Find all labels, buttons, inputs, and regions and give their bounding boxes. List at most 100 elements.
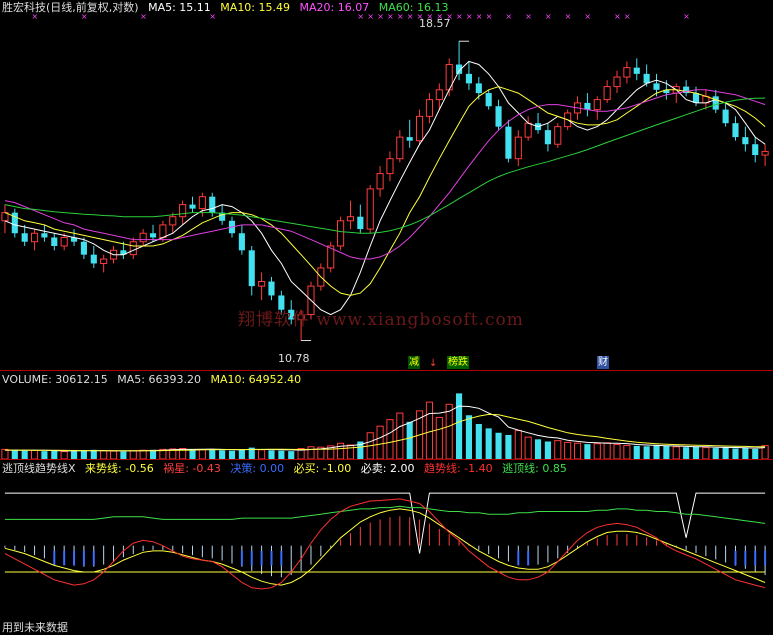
candle-body-up [386,158,394,175]
volume-bar-down [692,446,700,459]
signal-marker: × [565,14,572,21]
candle-body-down [544,130,551,145]
volume-ma5-value: MA5: 66393.20 [117,373,201,386]
signal-marker: × [209,14,216,21]
volume-bar-down [544,441,551,459]
volume-bar-up [346,444,355,459]
signal-marker: × [545,14,552,21]
qushi-value: 趋势线: -1.40 [423,462,493,475]
candle-body-down [268,281,275,296]
volume-bar-down [51,450,58,459]
volume-bar-up [139,449,147,459]
ma60-value: MA60: 16.13 [378,1,449,14]
event-jian: 减 [408,356,420,369]
volume-bar-up [593,443,601,459]
indicator-header: 逃顶线趋势线X 来势线: -0.56 祸星: -0.43 决策: 0.00 必买… [2,462,573,475]
signal-marker: × [456,14,463,21]
candle-body-down [712,96,719,110]
volume-bar-down [683,447,690,459]
panel-divider [0,459,773,460]
stock-title: 胜宏科技(日线,前复权,对数) [2,1,139,14]
huoxing-value: 祸星: -0.43 [163,462,221,475]
volume-bar-down [228,450,236,459]
candle-body-up [30,232,39,243]
volume-bar-down [712,448,719,459]
indicator-chart [4,492,767,590]
candle-body-up [514,136,522,160]
event-arrow: ↓ [429,358,438,369]
price-header: 胜宏科技(日线,前复权,对数) MA5: 15.11 MA10: 15.49 M… [2,1,454,14]
candle-body-down [495,106,502,127]
volume-bar-up [564,441,572,459]
volume-bar-down [534,439,542,459]
candle-body-up [524,122,532,138]
volume-bar-down [11,449,18,459]
candle-body-up [337,220,345,247]
volume-bar-down [70,451,78,459]
candle-body-down [653,83,660,90]
bimai-value: 必买: -1.00 [293,462,352,475]
volume-bar-up [396,412,404,459]
volume-bar-up [514,430,522,459]
volume-bar-up [623,444,631,459]
volume-bar-down [288,451,295,459]
volume-bar-up [109,450,118,459]
candle-body-up [258,281,266,287]
signal-marker: × [486,14,493,21]
volume-bar-down [456,393,463,459]
candle-body-down [732,123,739,138]
candle-body-up [603,86,611,101]
volume-bar-up [672,446,680,459]
volume-bar-up [198,449,206,459]
candle-body-up [100,258,108,264]
candle-body-down [465,73,472,84]
volume-bar-down [653,445,660,459]
signal-marker: × [32,14,39,21]
volume-bar-down [80,450,87,459]
panel-divider [0,370,773,371]
volume-bar-down [406,421,413,459]
signal-marker: × [407,14,414,21]
volume-bar-down [633,445,640,459]
volume-bar-down [120,451,127,459]
candle-body-up [554,126,562,145]
candle-body-up [159,224,167,238]
trend-line [4,508,766,586]
volume-value: VOLUME: 30612.15 [2,373,108,386]
volume-bar-down [238,449,245,459]
volume-bar-up [337,442,345,459]
signal-marker: × [505,14,512,21]
volume-bar-up [603,442,611,459]
signal-marker: × [584,14,591,21]
volume-bar-down [742,447,749,459]
volume-chart [1,393,769,459]
volume-bar-down [219,450,226,459]
volume-ma5-line [4,405,766,452]
volume-ma10-value: MA10: 64952.40 [210,373,302,386]
candle-body-down [505,126,512,159]
signal-marker: × [525,14,532,21]
candle-body-down [475,83,482,94]
volume-bar-down [722,447,729,459]
volume-bar-up [524,436,532,459]
candle-body-down [357,216,364,230]
candle-body-up [366,188,374,230]
candle-body-down [584,102,591,110]
volume-bar-up [30,449,39,459]
signal-marker: × [624,14,631,21]
volume-bar-down [663,445,670,459]
candle-body-down [149,233,157,238]
indicator-name: 逃顶线趋势线X [2,462,76,475]
signal-marker: × [397,14,404,21]
escape-top-line [4,505,766,524]
candle-body-down [80,241,87,255]
volume-bar-down [505,434,512,459]
volume-bar-up [445,403,453,459]
chart-window: 胜宏科技(日线,前复权,对数) MA5: 15.11 MA10: 15.49 M… [0,0,773,635]
volume-bar-up [425,401,434,459]
candle-body-up [613,76,621,88]
candle-body-up [129,241,137,256]
candle-body-up [179,204,187,218]
volume-bar-down [495,432,502,459]
signal-marker: × [614,14,621,21]
